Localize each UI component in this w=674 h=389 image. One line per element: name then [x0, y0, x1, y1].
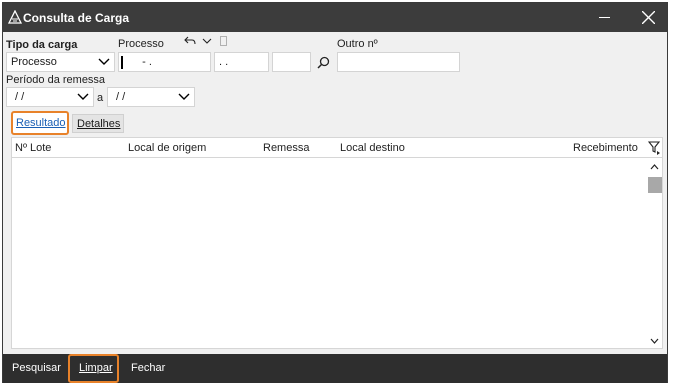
column-header-lote[interactable]: Nº Lote — [15, 142, 51, 154]
text-caret — [121, 56, 123, 69]
periodo-remessa-label: Período da remessa — [6, 74, 106, 86]
processo-part2-value: . . — [219, 56, 229, 68]
column-header-local-origem[interactable]: Local de origem — [128, 142, 206, 154]
periodo-inicio-select[interactable]: / / — [6, 87, 94, 107]
fechar-button[interactable]: Fechar — [128, 354, 170, 383]
pesquisar-label: Pesquisar — [12, 362, 61, 374]
minimize-button[interactable] — [589, 3, 619, 32]
consulta-carga-window: Consulta de Carga Tipo da carga Processo… — [2, 2, 668, 383]
tipo-carga-label: Tipo da carga — [6, 39, 78, 51]
close-icon — [642, 11, 655, 24]
scroll-down-icon[interactable] — [650, 338, 659, 344]
periodo-separator: a — [97, 92, 104, 104]
processo-part3-input[interactable] — [272, 52, 311, 72]
tipo-carga-select[interactable]: Processo — [6, 52, 115, 72]
tab-detalhes-label: Detalhes — [77, 118, 121, 130]
periodo-inicio-value: / / — [15, 91, 25, 103]
processo-label: Processo — [118, 38, 164, 50]
chevron-down-icon — [98, 58, 110, 65]
filter-icon[interactable] — [648, 141, 661, 155]
tab-resultado-label: Resultado — [16, 117, 66, 129]
periodo-fim-select[interactable]: / / — [107, 87, 195, 107]
column-header-local-destino[interactable]: Local destino — [340, 142, 405, 154]
chevron-down-icon[interactable] — [202, 38, 212, 45]
tab-resultado[interactable]: Resultado — [11, 111, 69, 135]
processo-part2-input[interactable]: . . — [214, 52, 269, 72]
periodo-fim-value: / / — [116, 91, 126, 103]
scrollbar-thumb[interactable] — [648, 177, 662, 193]
tab-detalhes[interactable]: Detalhes — [72, 114, 124, 133]
outro-numero-label: Outro nº — [337, 38, 378, 50]
clear-icon[interactable] — [220, 36, 227, 46]
chevron-down-icon — [178, 93, 190, 100]
window-title: Consulta de Carga — [23, 11, 130, 25]
fechar-label: Fechar — [131, 362, 166, 374]
column-header-remessa[interactable]: Remessa — [263, 142, 309, 154]
pesquisar-button[interactable]: Pesquisar — [9, 354, 65, 383]
limpar-label: Limpar — [79, 362, 113, 374]
app-logo-icon — [8, 10, 22, 24]
limpar-button[interactable]: Limpar — [68, 354, 119, 383]
title-bar: Consulta de Carga — [3, 3, 667, 32]
column-header-recebimento[interactable]: Recebimento — [573, 142, 638, 154]
processo-input[interactable]: - . — [118, 52, 211, 72]
grid-header: Nº Lote Local de origem Remessa Local de… — [12, 138, 662, 158]
undo-icon[interactable] — [184, 36, 196, 46]
processo-value: - . — [133, 56, 152, 68]
close-button[interactable] — [633, 3, 663, 32]
outro-numero-input[interactable] — [337, 52, 460, 72]
result-grid: Nº Lote Local de origem Remessa Local de… — [11, 137, 663, 349]
chevron-down-icon — [77, 93, 89, 100]
vertical-scrollbar[interactable] — [646, 160, 662, 348]
scroll-up-icon[interactable] — [650, 164, 659, 170]
search-icon[interactable] — [317, 56, 330, 69]
footer-toolbar: Pesquisar Limpar Fechar — [3, 354, 667, 383]
tipo-carga-value: Processo — [11, 56, 57, 68]
